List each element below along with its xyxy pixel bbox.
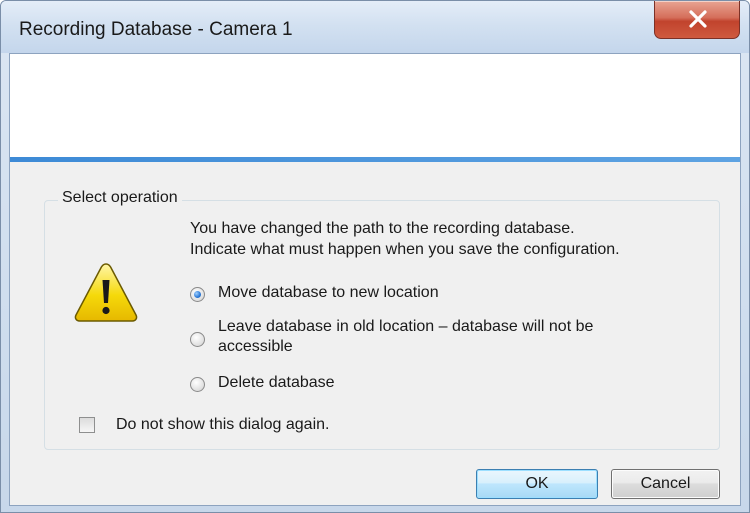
dialog-window: Recording Database - Camera 1 Select ope… <box>0 0 750 513</box>
header-banner <box>10 54 740 157</box>
dialog-body: Select operation You have changed the pa… <box>9 53 741 506</box>
option-label-line-2: accessible <box>218 338 293 355</box>
window-title: Recording Database - Camera 1 <box>19 19 293 40</box>
checkbox-label: Do not show this dialog again. <box>116 416 330 433</box>
warning-icon <box>74 263 138 322</box>
option-label: Move database to new location <box>218 284 439 301</box>
header-divider <box>10 157 740 162</box>
radio-button[interactable] <box>190 332 205 347</box>
message-line-1: You have changed the path to the recordi… <box>190 220 575 237</box>
cancel-button[interactable]: Cancel <box>611 469 720 499</box>
option-label: Leave database in old location – databas… <box>218 317 593 357</box>
group-legend: Select operation <box>58 189 182 207</box>
radio-button[interactable] <box>190 377 205 392</box>
close-button[interactable] <box>654 1 740 39</box>
ok-button[interactable]: OK <box>476 469 598 499</box>
message-line-2: Indicate what must happen when you save … <box>190 241 620 258</box>
radio-button-selected[interactable] <box>190 287 205 302</box>
option-label-line-1: Leave database in old location – databas… <box>218 318 594 335</box>
option-label: Delete database <box>218 374 335 391</box>
title-bar[interactable]: Recording Database - Camera 1 <box>1 1 749 53</box>
close-icon <box>689 10 707 28</box>
dont-show-again-checkbox[interactable] <box>79 417 95 433</box>
